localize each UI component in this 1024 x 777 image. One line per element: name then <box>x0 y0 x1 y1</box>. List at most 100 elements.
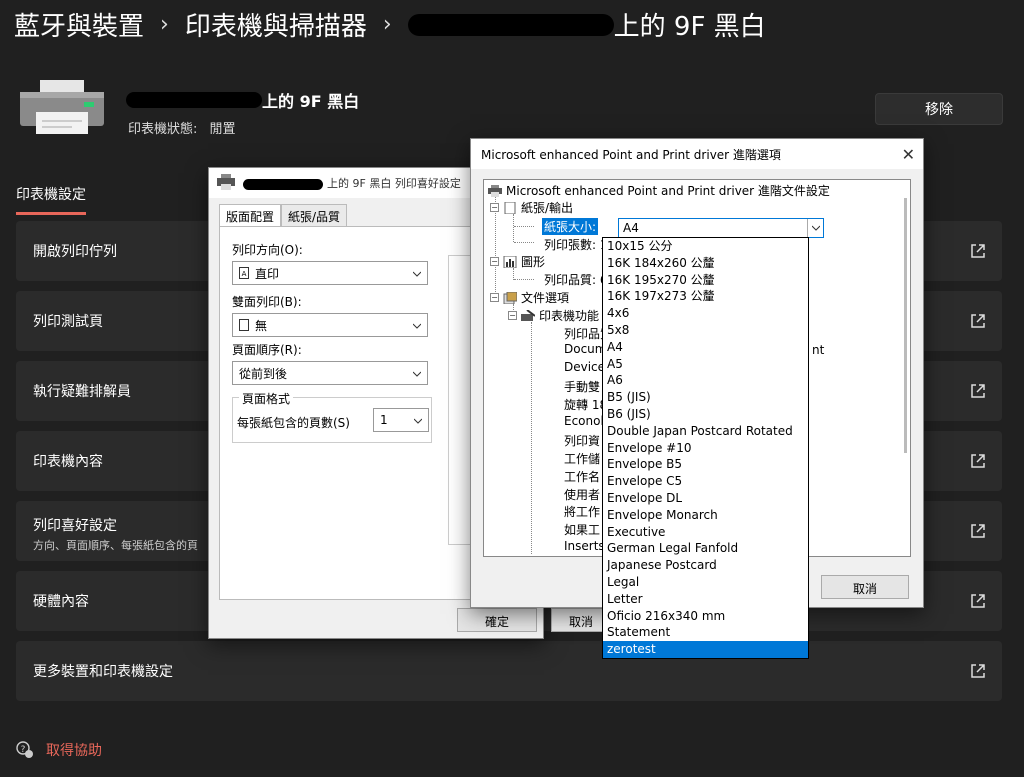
page-order-select[interactable]: 從前到後 <box>232 361 428 385</box>
pages-per-sheet-select[interactable]: 1 <box>373 408 429 432</box>
paper-size-option[interactable]: B5 (JIS) <box>603 389 808 406</box>
tab-layout[interactable]: 版面配置 <box>219 204 282 226</box>
external-link-icon <box>971 524 985 538</box>
tree-root[interactable]: Microsoft enhanced Point and Print drive… <box>488 182 830 199</box>
tree-feature-item[interactable]: 手動雙 <box>564 378 600 395</box>
chevron-down-icon <box>413 271 421 277</box>
ok-button[interactable]: 確定 <box>457 608 537 632</box>
tab-label: 印表機設定 <box>16 187 86 203</box>
tree-paper-output[interactable]: − 紙張/輸出 <box>490 199 573 216</box>
paper-size-option[interactable]: Double Japan Postcard Rotated <box>603 423 808 440</box>
paper-size-option[interactable]: A4 <box>603 339 808 356</box>
dialog-title: Microsoft enhanced Point and Print drive… <box>481 148 781 162</box>
paper-size-option[interactable]: 4x6 <box>603 305 808 322</box>
page-order-label: 頁面順序(R): <box>232 343 302 357</box>
paper-size-option[interactable]: Legal <box>603 574 808 591</box>
collapse-icon[interactable]: − <box>508 311 517 320</box>
breadcrumb-separator: › <box>382 12 392 37</box>
tab-printer-settings[interactable]: 印表機設定 <box>16 184 86 215</box>
tree-feature-item[interactable]: 旋轉 18 <box>564 396 607 413</box>
collapse-icon[interactable]: − <box>490 257 499 266</box>
tree-feature-item[interactable]: 工作儲 <box>564 450 600 467</box>
device-header: 上的 9F 黑白 印表機狀態: 閒置 移除 <box>20 80 1010 140</box>
duplex-select[interactable]: 無 <box>232 313 428 337</box>
tree-feature-item[interactable]: 工作名 <box>564 468 600 485</box>
paper-size-option[interactable]: Envelope #10 <box>603 440 808 457</box>
paper-size-option[interactable]: A5 <box>603 356 808 373</box>
paper-size-option[interactable]: 5x8 <box>603 322 808 339</box>
paper-size-option[interactable]: Letter <box>603 591 808 608</box>
orientation-select[interactable]: A 直印 <box>232 261 428 285</box>
paper-size-option[interactable]: 10x15 公分 <box>603 238 808 255</box>
tree-feature-item[interactable]: 列印資 <box>564 432 600 449</box>
remove-button[interactable]: 移除 <box>875 93 1003 125</box>
tree-feature-item[interactable]: 將工作 <box>564 503 600 520</box>
chevron-down-icon <box>413 323 421 329</box>
tree-paper-size[interactable]: 紙張大小: <box>542 218 599 235</box>
paper-size-select[interactable]: A4 <box>618 218 824 238</box>
tree-feature-item[interactable]: Econol <box>564 414 604 428</box>
close-icon[interactable]: ✕ <box>902 145 915 164</box>
paper-size-option[interactable]: zerotest <box>603 641 808 658</box>
device-status: 印表機狀態: 閒置 <box>128 118 236 137</box>
paper-size-option[interactable]: German Legal Fanfold <box>603 540 808 557</box>
breadcrumb-bluetooth-devices[interactable]: 藍牙與裝置 <box>14 6 144 43</box>
printer-small-icon <box>488 184 502 197</box>
tree-graphics[interactable]: − 圖形 <box>490 253 545 270</box>
settings-row-sublabel: 方向、頁面順序、每張紙包含的頁 <box>33 539 198 552</box>
paper-size-option[interactable]: Oficio 216x340 mm <box>603 608 808 625</box>
redacted-block <box>243 178 323 190</box>
paper-icon <box>504 201 516 214</box>
tree-document-setting-fragment: nt <box>812 343 825 357</box>
settings-row-label: 列印喜好設定 <box>33 518 117 534</box>
get-help-link[interactable]: ? 取得協助 <box>16 740 102 760</box>
portrait-icon: A <box>239 267 249 279</box>
paper-size-dropdown-button[interactable] <box>807 219 823 237</box>
tree-copy-count[interactable]: 列印張數: 1 <box>544 236 608 253</box>
paper-size-option[interactable]: 16K 197x273 公釐 <box>603 288 808 305</box>
tree-printer-features[interactable]: − 印表機功能 <box>508 307 599 324</box>
paper-size-option[interactable]: Executive <box>603 524 808 541</box>
paper-size-option[interactable]: B6 (JIS) <box>603 406 808 423</box>
tree-feature-item[interactable]: Docum <box>564 342 606 356</box>
breadcrumb-printers-scanners[interactable]: 印表機與掃描器 <box>185 6 367 43</box>
collapse-icon[interactable]: − <box>490 203 499 212</box>
duplex-label: 雙面列印(B): <box>232 295 302 309</box>
tree-feature-item[interactable]: 如果工 <box>564 521 600 538</box>
orientation-value: 直印 <box>255 266 280 281</box>
printer-features-icon <box>521 309 535 321</box>
settings-row-label: 開啟列印佇列 <box>33 244 117 260</box>
paper-size-option[interactable]: Statement <box>603 624 808 641</box>
paper-size-option[interactable]: Envelope Monarch <box>603 507 808 524</box>
external-link-icon <box>971 244 985 258</box>
paper-size-dropdown-list: 10x15 公分 16K 184x260 公釐 16K 195x270 公釐 16K … <box>602 237 809 659</box>
redacted-block <box>126 92 262 108</box>
paper-size-option[interactable]: Japanese Postcard <box>603 557 808 574</box>
get-help-label: 取得協助 <box>46 743 102 759</box>
paper-size-value: A4 <box>623 221 639 235</box>
cancel-button[interactable]: 取消 <box>821 575 909 599</box>
paper-size-option[interactable]: 16K 184x260 公釐 <box>603 255 808 272</box>
tree-document-options[interactable]: − 文件選項 <box>490 289 569 306</box>
tree-feature-item[interactable]: Device <box>564 360 605 374</box>
document-options-icon <box>503 291 517 304</box>
settings-row-label: 更多裝置和印表機設定 <box>33 664 173 680</box>
collapse-icon[interactable]: − <box>490 293 499 302</box>
tree-print-quality[interactable]: 列印品質: 6 <box>544 271 608 288</box>
dialog-title: 上的 9F 黑白 列印喜好設定 <box>327 177 461 190</box>
paper-size-option[interactable]: A6 <box>603 372 808 389</box>
tab-paper-quality[interactable]: 紙張/品質 <box>281 204 348 226</box>
paper-size-option[interactable]: Envelope C5 <box>603 473 808 490</box>
graphics-icon <box>503 255 517 268</box>
settings-row-more-devices[interactable]: 更多裝置和印表機設定 <box>16 641 1002 701</box>
tree-feature-item[interactable]: 使用者 <box>564 486 600 503</box>
tree-scrollbar[interactable] <box>904 198 907 453</box>
printer-icon <box>20 80 104 134</box>
printer-small-icon <box>217 174 235 190</box>
pages-per-sheet-value: 1 <box>380 413 388 427</box>
paper-size-option[interactable]: 16K 195x270 公釐 <box>603 272 808 289</box>
page-order-value: 從前到後 <box>239 366 288 381</box>
paper-size-option[interactable]: Envelope DL <box>603 490 808 507</box>
tree-printer-features-label: 印表機功能 <box>539 309 600 323</box>
paper-size-option[interactable]: Envelope B5 <box>603 456 808 473</box>
